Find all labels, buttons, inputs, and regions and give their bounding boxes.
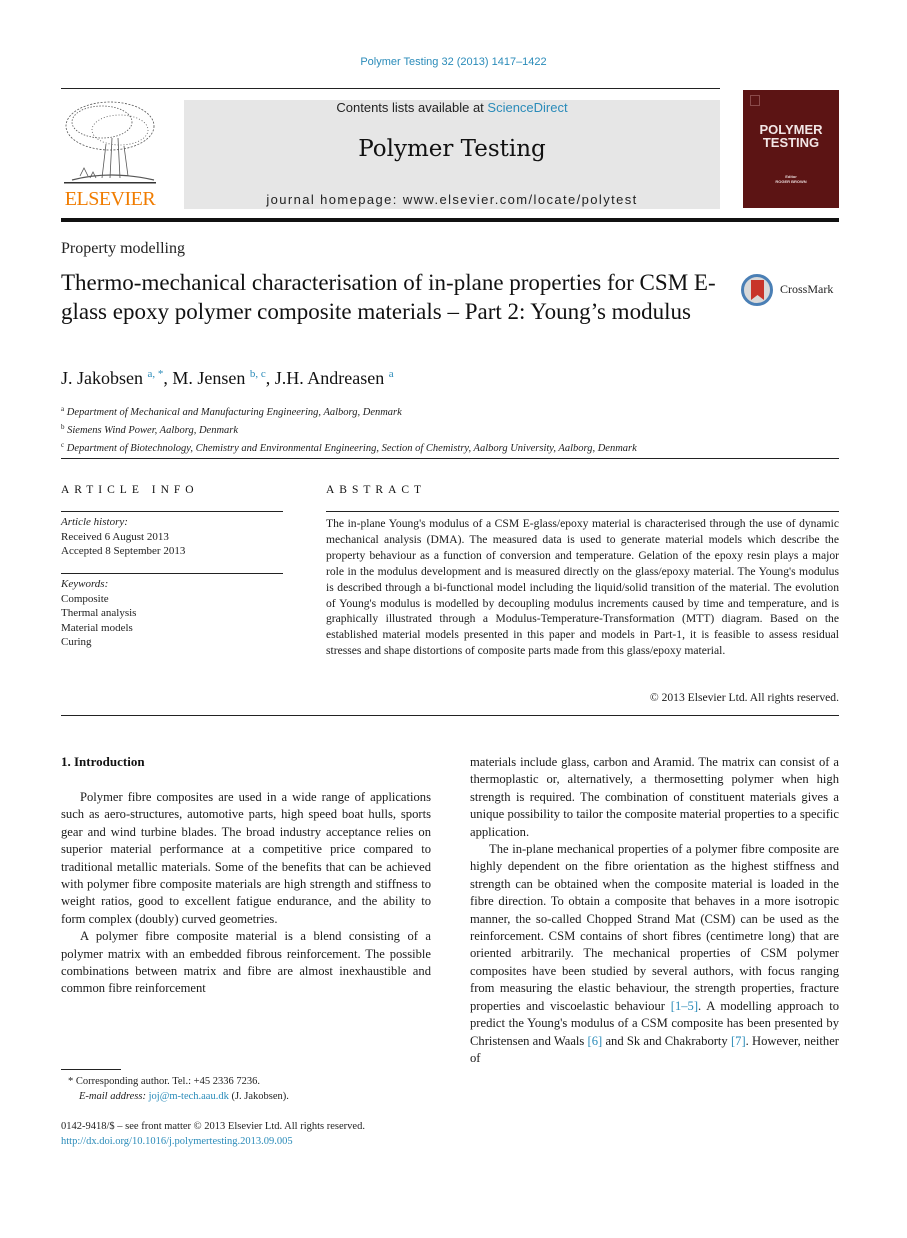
elsevier-tree-icon — [64, 101, 156, 184]
author-name[interactable]: J.H. Andreasen — [275, 368, 384, 388]
contents-prefix: Contents lists available at — [336, 100, 488, 115]
received-date: Received 6 August 2013 — [61, 530, 169, 543]
body-paragraph: Polymer fibre composites are used in a w… — [61, 790, 431, 926]
crossmark-button[interactable]: CrossMark — [741, 274, 841, 312]
title-divider — [61, 458, 839, 459]
affiliation-text: Siemens Wind Power, Aalborg, Denmark — [67, 425, 239, 436]
affiliation: b Siemens Wind Power, Aalborg, Denmark — [61, 420, 637, 438]
abstract-divider — [61, 715, 839, 716]
author-list: J. Jakobsen a, *, M. Jensen b, c, J.H. A… — [61, 368, 394, 388]
article-info-rule — [61, 511, 283, 512]
article-section: Property modelling — [61, 240, 185, 257]
paragraph-text: The in-plane mechanical properties of a … — [470, 842, 839, 1013]
cover-emblem-icon — [750, 95, 760, 106]
article-info-heading: ARTICLE INFO — [61, 484, 199, 496]
affiliation-text: Department of Mechanical and Manufacturi… — [66, 407, 402, 418]
abstract-heading: ABSTRACT — [326, 484, 427, 496]
affiliation-key: b — [61, 423, 65, 431]
email-link[interactable]: joj@m-tech.aau.dk — [149, 1091, 229, 1102]
author-affiliation-link[interactable]: a — [389, 368, 394, 380]
keywords-rule — [61, 573, 283, 574]
section-heading-introduction: 1. Introduction — [61, 754, 145, 769]
elsevier-wordmark: ELSEVIER — [64, 188, 156, 210]
footnote-rule — [61, 1069, 121, 1070]
corresponding-author-text: * Corresponding author. Tel.: +45 2336 7… — [68, 1076, 260, 1087]
journal-homepage-link[interactable]: journal homepage: www.elsevier.com/locat… — [184, 192, 720, 207]
keyword: Curing — [61, 636, 92, 648]
abstract-rule — [326, 511, 839, 512]
affiliation: a Department of Mechanical and Manufactu… — [61, 402, 637, 420]
cover-title-line2: TESTING — [762, 135, 820, 150]
front-matter-text: 0142-9418/$ – see front matter © 2013 El… — [61, 1121, 365, 1132]
accepted-date: Accepted 8 September 2013 — [61, 545, 186, 557]
body-column-left: Polymer fibre composites are used in a w… — [61, 789, 431, 998]
sciencedirect-link[interactable]: ScienceDirect — [487, 100, 567, 115]
author-affiliation-link[interactable]: b, c — [250, 368, 266, 380]
journal-cover[interactable]: POLYMER TESTING Editor ROGER BROWN — [743, 90, 839, 208]
author-name[interactable]: J. Jakobsen — [61, 368, 143, 388]
affiliations: a Department of Mechanical and Manufactu… — [61, 402, 637, 456]
keywords-label: Keywords: — [61, 578, 109, 590]
body-paragraph: A polymer fibre composite material is a … — [61, 929, 431, 996]
affiliation-text: Department of Biotechnology, Chemistry a… — [66, 443, 637, 454]
body-paragraph: materials include glass, carbon and Aram… — [470, 755, 839, 839]
article-history: Article history: Received 6 August 2013 … — [61, 515, 185, 559]
doi-link[interactable]: http://dx.doi.org/10.1016/j.polymertesti… — [61, 1136, 293, 1147]
header-rule — [61, 88, 720, 89]
email-label: E-mail address: — [79, 1091, 146, 1102]
header-thick-rule — [61, 218, 839, 222]
journal-banner: Contents lists available at ScienceDirec… — [184, 100, 720, 209]
keywords: Keywords: Composite Thermal analysis Mat… — [61, 577, 136, 650]
affiliation: c Department of Biotechnology, Chemistry… — [61, 438, 637, 456]
author-affiliation-link[interactable]: a, * — [148, 368, 164, 380]
citation-link[interactable]: [1–5] — [671, 999, 698, 1013]
front-matter: 0142-9418/$ – see front matter © 2013 El… — [61, 1119, 365, 1149]
affiliation-key: a — [61, 405, 65, 413]
citation-link[interactable]: [7] — [731, 1034, 746, 1048]
cover-editor: Editor ROGER BROWN — [743, 174, 839, 184]
elsevier-logo[interactable]: ELSEVIER — [58, 96, 162, 211]
article-title: Thermo-mechanical characterisation of in… — [61, 270, 716, 324]
body-paragraph: The in-plane mechanical properties of a … — [470, 841, 839, 1067]
crossmark-label: CrossMark — [780, 282, 834, 296]
abstract-text: The in-plane Young's modulus of a CSM E-… — [326, 517, 839, 658]
keyword: Composite — [61, 592, 109, 605]
article-history-label: Article history: — [61, 516, 128, 528]
citation-link[interactable]: [6] — [588, 1034, 603, 1048]
affiliation-key: c — [61, 441, 65, 449]
author-name[interactable]: M. Jensen — [172, 368, 245, 388]
cover-title: POLYMER TESTING — [743, 123, 839, 149]
email-line: E-mail address: joj@m-tech.aau.dk (J. Ja… — [68, 1089, 289, 1104]
keyword: Thermal analysis — [61, 607, 137, 619]
corresponding-author-footnote: * Corresponding author. Tel.: +45 2336 7… — [68, 1074, 289, 1104]
body-column-right: materials include glass, carbon and Aram… — [470, 754, 839, 1067]
journal-title: Polymer Testing — [358, 136, 546, 162]
journal-reference-link[interactable]: Polymer Testing 32 (2013) 1417–1422 — [0, 56, 907, 68]
abstract-copyright: © 2013 Elsevier Ltd. All rights reserved… — [649, 691, 839, 704]
paragraph-text: and Sk and Chakraborty — [602, 1033, 731, 1048]
email-owner: (J. Jakobsen). — [228, 1091, 289, 1102]
contents-line: Contents lists available at ScienceDirec… — [184, 100, 720, 115]
cover-editor-name: ROGER BROWN — [775, 179, 807, 184]
keyword: Material models — [61, 621, 133, 634]
